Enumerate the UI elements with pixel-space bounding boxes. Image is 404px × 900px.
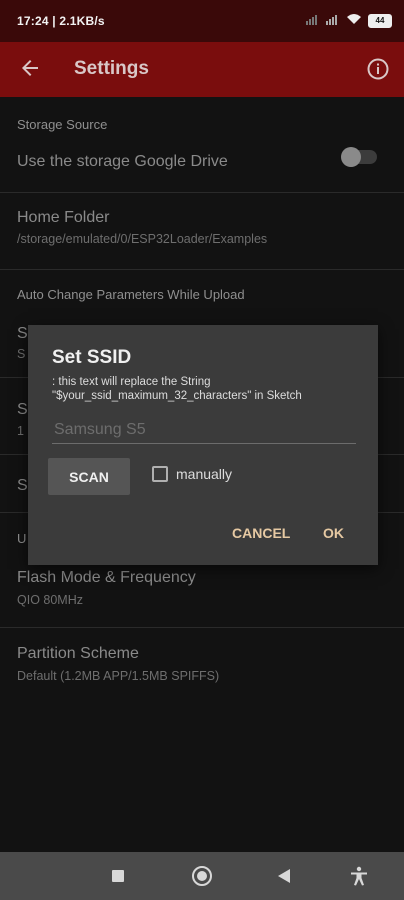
partial-pref-3-title[interactable]: S (17, 477, 28, 495)
back-arrow-icon[interactable] (18, 56, 42, 80)
flash-mode-title[interactable]: Flash Mode & Frequency (17, 569, 196, 587)
cancel-button[interactable]: CANCEL (232, 525, 290, 541)
partial-pref-2-title[interactable]: S (17, 401, 28, 419)
manually-checkbox-row[interactable]: manually (152, 466, 232, 482)
dialog-description: : this text will replace the String "$yo… (52, 376, 302, 402)
flash-mode-value: QIO 80MHz (17, 593, 83, 607)
battery-level: 44 (375, 16, 385, 25)
partial-pref-2-summary: 1 (17, 424, 24, 438)
signal-icon (306, 12, 320, 30)
navigation-bar (0, 852, 404, 900)
ok-button[interactable]: OK (323, 525, 344, 541)
ssid-input[interactable] (52, 417, 356, 444)
home-folder-path: /storage/emulated/0/ESP32Loader/Examples (17, 232, 268, 246)
scan-button-label: SCAN (69, 468, 109, 485)
status-icons: 44 (306, 13, 392, 29)
section-storage-source: Storage Source (17, 117, 108, 132)
google-drive-toggle[interactable] (341, 147, 377, 167)
nav-home-icon[interactable] (190, 864, 214, 888)
nav-back-icon[interactable] (272, 864, 296, 888)
battery-icon: 44 (368, 14, 392, 28)
partial-pref-1-title[interactable]: S (17, 325, 28, 343)
scan-button[interactable]: SCAN (48, 458, 130, 495)
page-title: Settings (74, 58, 149, 79)
info-icon[interactable] (366, 57, 390, 81)
partial-pref-1-summary: S (17, 347, 26, 361)
divider (0, 627, 404, 628)
divider (0, 269, 404, 270)
accessibility-icon[interactable] (347, 864, 371, 888)
partition-scheme-value: Default (1.2MB APP/1.5MB SPIFFS) (17, 669, 220, 683)
section-auto-change: Auto Change Parameters While Upload (17, 287, 245, 302)
toggle-knob (341, 147, 361, 167)
dialog-title: Set SSID (52, 347, 132, 368)
section-upload: U (17, 531, 27, 546)
status-time-speed: 17:24 | 2.1KB/s (17, 14, 105, 28)
set-ssid-dialog: Set SSID : this text will replace the St… (28, 325, 378, 565)
partition-scheme-title[interactable]: Partition Scheme (17, 645, 139, 663)
home-folder-title[interactable]: Home Folder (17, 209, 109, 227)
manually-checkbox[interactable] (152, 466, 168, 482)
nav-square-icon[interactable] (106, 864, 130, 888)
status-bar: 17:24 | 2.1KB/s 44 (0, 0, 404, 42)
signal-icon-2 (326, 12, 340, 30)
manually-label[interactable]: manually (176, 466, 232, 482)
google-drive-label[interactable]: Use the storage Google Drive (17, 153, 228, 171)
wifi-icon (346, 12, 362, 30)
divider (0, 192, 404, 193)
app-bar: Settings (0, 42, 404, 97)
